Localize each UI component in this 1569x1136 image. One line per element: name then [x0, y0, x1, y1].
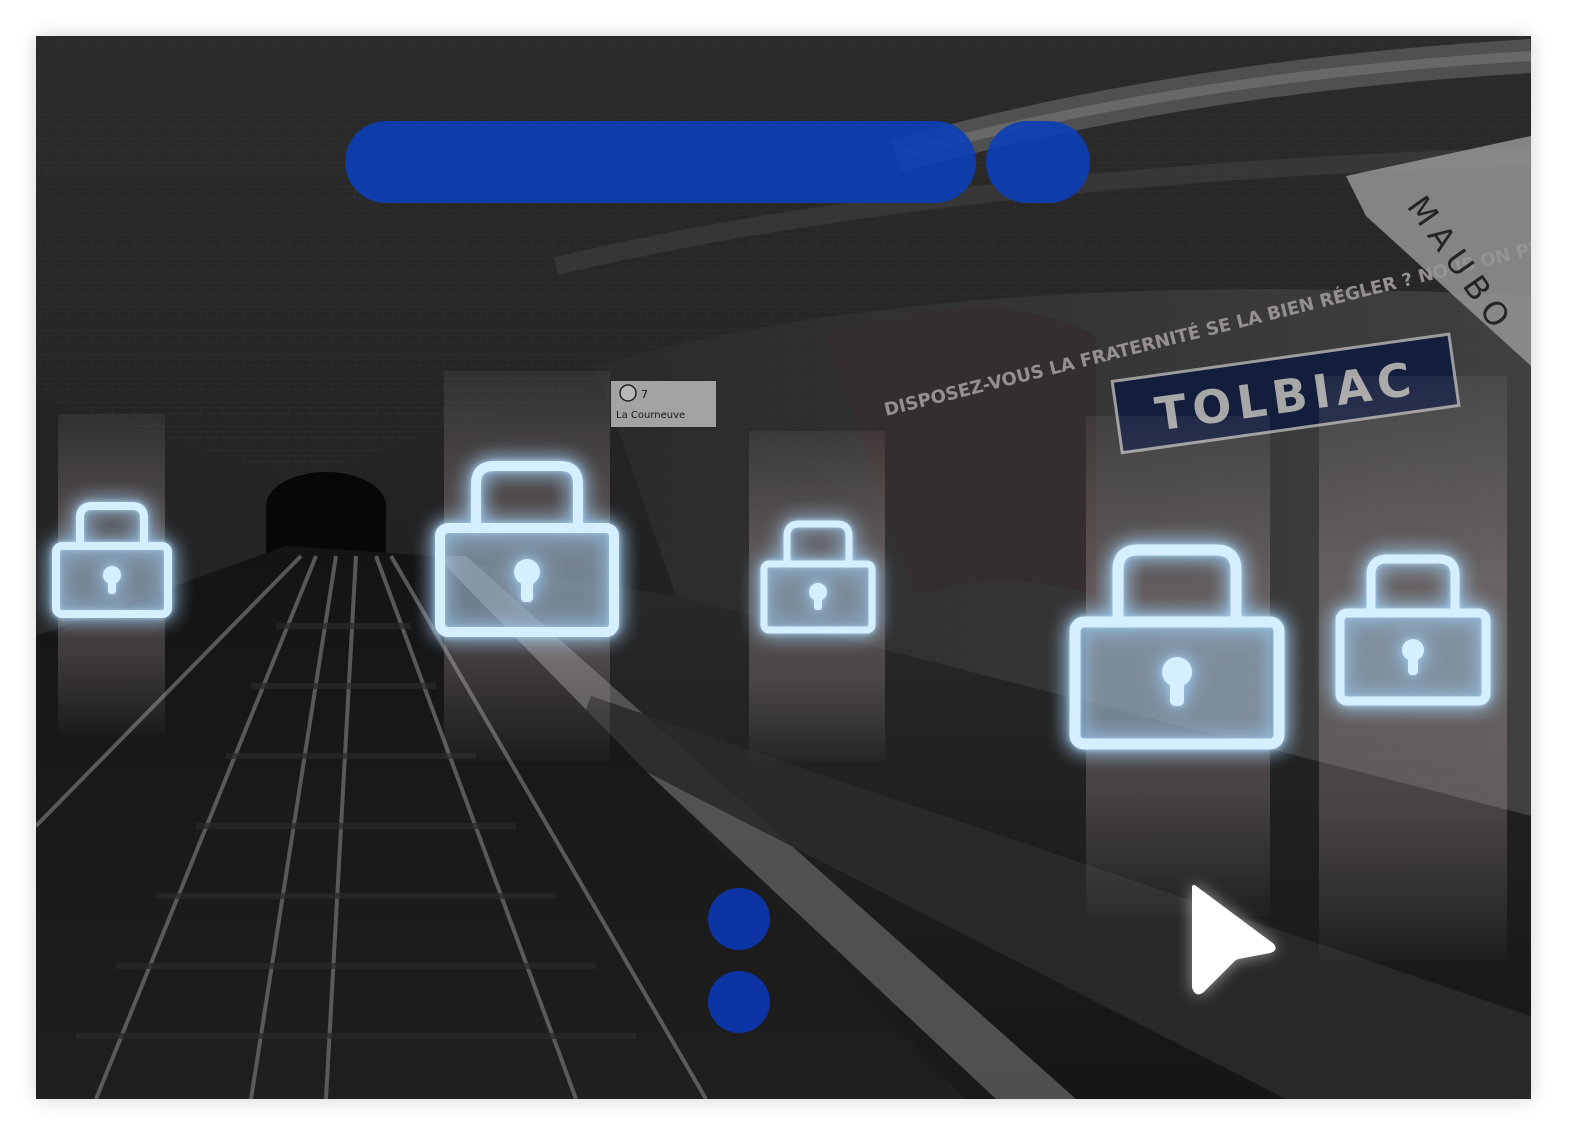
- screenshot-frame: DISPOSEZ-VOUS LA FRATERNITÉ SE LA BIEN R…: [36, 36, 1531, 1099]
- mouse-pointer-icon: [1192, 885, 1276, 995]
- progress-bar: [345, 121, 976, 203]
- lock-icon: [760, 520, 876, 634]
- pagination-dot[interactable]: [708, 888, 770, 950]
- lock-icon: [1335, 554, 1491, 706]
- pagination-dot[interactable]: [708, 971, 770, 1033]
- lock-icon: [52, 502, 172, 618]
- lock-icon: [435, 461, 619, 637]
- progress-indicator: [986, 121, 1090, 203]
- lock-icon: [1069, 544, 1285, 750]
